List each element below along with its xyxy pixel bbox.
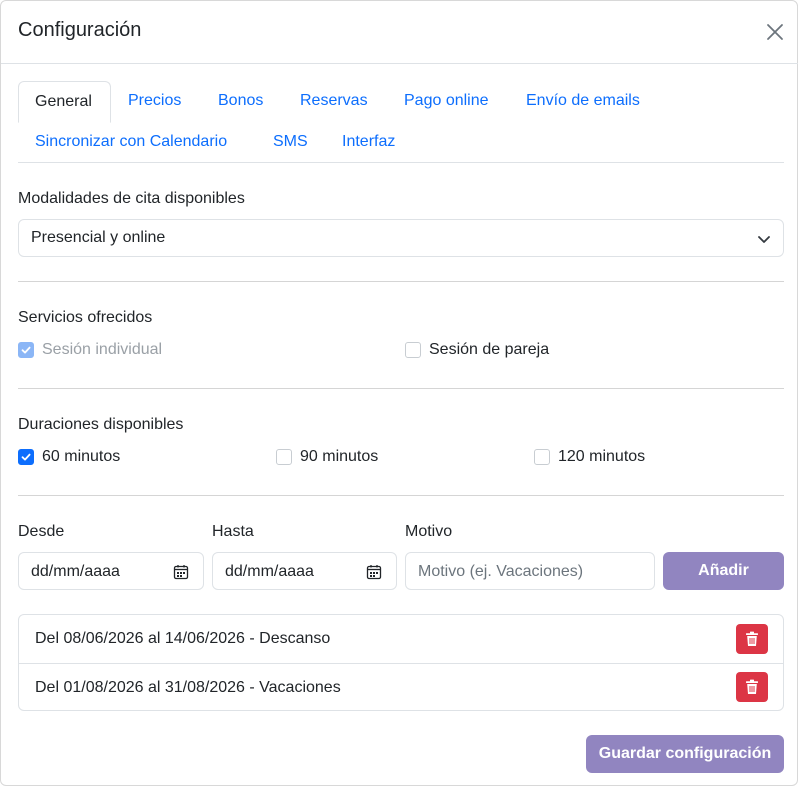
- ausencias-list: Del 08/06/2026 al 14/06/2026 - Descanso …: [18, 614, 784, 711]
- modalidades-selected-value: Presencial y online: [31, 229, 166, 246]
- duracion-120-checkbox[interactable]: [534, 449, 550, 465]
- settings-tabs: General Precios Bonos Reservas Pago onli…: [18, 81, 784, 163]
- close-icon: [767, 24, 783, 40]
- sesion-pareja-label: Sesión de pareja: [429, 341, 550, 358]
- modal-header: Configuración: [1, 1, 798, 64]
- duraciones-label: Duraciones disponibles: [18, 416, 184, 433]
- check-icon: [21, 453, 31, 461]
- chevron-down-icon: [758, 236, 770, 243]
- divider: [18, 281, 784, 282]
- sesion-individual-checkbox: [18, 342, 34, 358]
- sesion-pareja-checkbox[interactable]: [405, 342, 421, 358]
- tab-envio-emails[interactable]: Envío de emails: [526, 92, 640, 110]
- modal-title: Configuración: [18, 19, 142, 41]
- tab-general[interactable]: General: [18, 81, 111, 123]
- motivo-placeholder: Motivo (ej. Vacaciones): [418, 563, 584, 580]
- desde-label: Desde: [18, 523, 65, 540]
- trash-icon: [746, 631, 758, 646]
- sesion-individual-label: Sesión individual: [42, 341, 163, 358]
- save-config-button[interactable]: Guardar configuración: [586, 735, 784, 773]
- divider: [18, 495, 784, 496]
- divider: [18, 388, 784, 389]
- servicios-label: Servicios ofrecidos: [18, 309, 153, 326]
- list-item: Del 01/08/2026 al 31/08/2026 - Vacacione…: [19, 663, 783, 711]
- add-button[interactable]: Añadir: [663, 552, 784, 590]
- tab-sincronizar-calendario[interactable]: Sincronizar con Calendario: [35, 133, 227, 151]
- calendar-icon[interactable]: [366, 564, 382, 580]
- duracion-60-label: 60 minutos: [42, 448, 121, 465]
- motivo-label: Motivo: [405, 523, 453, 540]
- duracion-90-checkbox[interactable]: [276, 449, 292, 465]
- calendar-icon[interactable]: [173, 564, 189, 580]
- delete-button[interactable]: [736, 672, 768, 702]
- duracion-120-label: 120 minutos: [558, 448, 646, 465]
- duracion-90-label: 90 minutos: [300, 448, 379, 465]
- ausencia-text: Del 08/06/2026 al 14/06/2026 - Descanso: [35, 630, 331, 647]
- motivo-input[interactable]: Motivo (ej. Vacaciones): [405, 552, 655, 590]
- close-button[interactable]: [763, 20, 787, 44]
- tab-sms[interactable]: SMS: [273, 133, 308, 151]
- hasta-label: Hasta: [212, 523, 254, 540]
- ausencia-text: Del 01/08/2026 al 31/08/2026 - Vacacione…: [35, 679, 341, 696]
- tab-interfaz[interactable]: Interfaz: [342, 133, 395, 151]
- duracion-60-checkbox[interactable]: [18, 449, 34, 465]
- tab-precios[interactable]: Precios: [128, 92, 181, 110]
- desde-date-input[interactable]: dd/mm/aaaa: [18, 552, 204, 590]
- delete-button[interactable]: [736, 624, 768, 654]
- settings-modal: Configuración General Precios Bonos Rese…: [0, 0, 798, 786]
- hasta-date-input[interactable]: dd/mm/aaaa: [212, 552, 397, 590]
- hasta-date-value: dd/mm/aaaa: [225, 563, 314, 580]
- list-item: Del 08/06/2026 al 14/06/2026 - Descanso: [19, 615, 783, 663]
- modalidades-select[interactable]: Presencial y online: [18, 219, 784, 257]
- modalidades-label: Modalidades de cita disponibles: [18, 190, 245, 207]
- tab-pago-online[interactable]: Pago online: [404, 92, 489, 110]
- tab-reservas[interactable]: Reservas: [300, 92, 368, 110]
- trash-icon: [746, 679, 758, 694]
- tab-bonos[interactable]: Bonos: [218, 92, 263, 110]
- check-icon: [21, 346, 31, 354]
- desde-date-value: dd/mm/aaaa: [31, 563, 120, 580]
